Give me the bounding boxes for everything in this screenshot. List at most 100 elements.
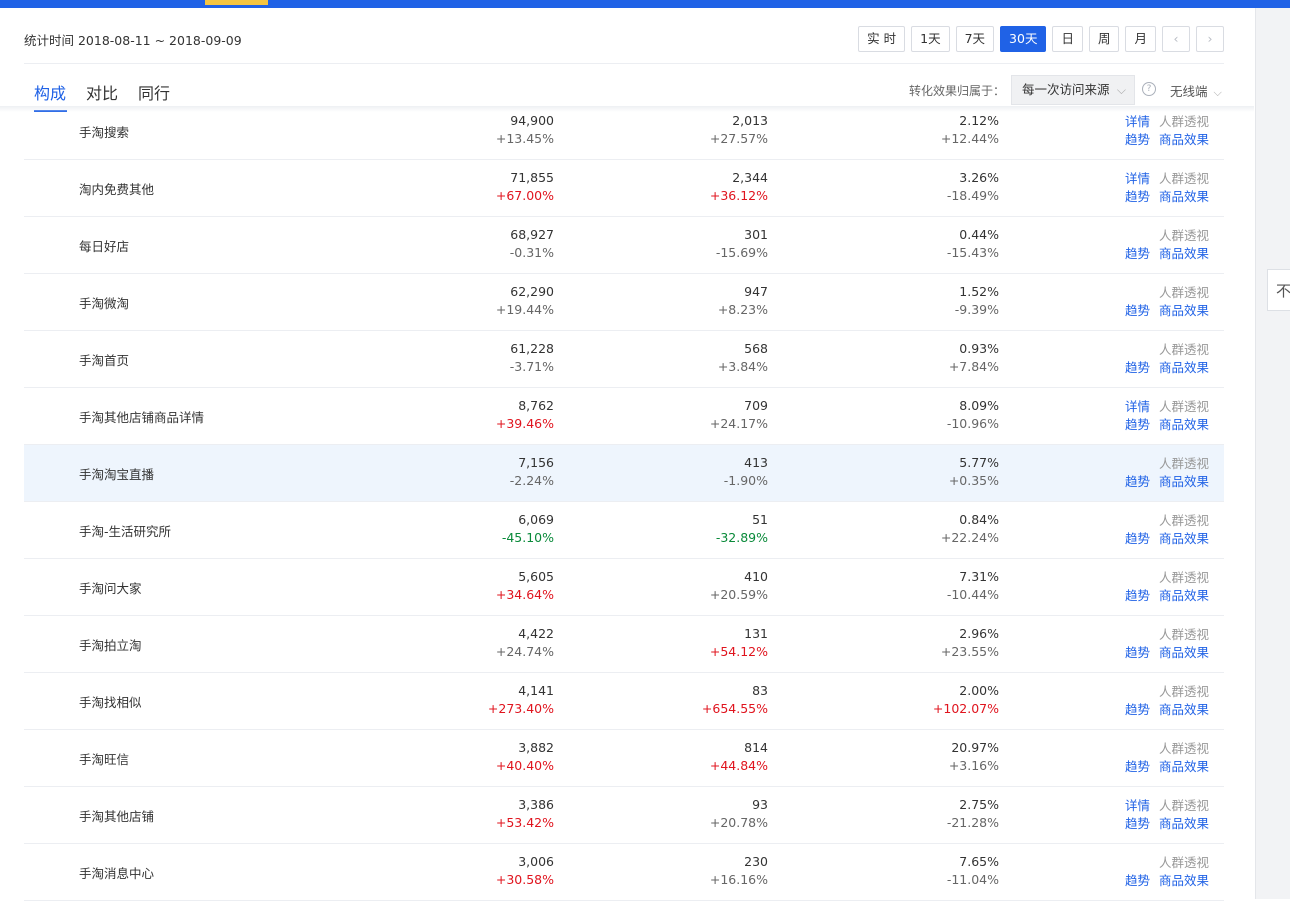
period-30day-button[interactable]: 30天 (1000, 26, 1047, 52)
metric-change: -1.90% (723, 473, 768, 488)
crowd-perspective-link[interactable]: 人群透视 (1159, 852, 1209, 871)
product-effect-link[interactable]: 商品效果 (1159, 528, 1209, 547)
device-select[interactable]: 无线端 ⌵ (1170, 81, 1222, 100)
active-indicator (205, 0, 268, 5)
metric-value: 2.96% (959, 626, 999, 641)
product-effect-link[interactable]: 商品效果 (1159, 300, 1209, 319)
trend-link[interactable]: 趋势 (1125, 756, 1150, 775)
metric-change: -15.69% (715, 245, 768, 260)
metric-change: +102.07% (932, 701, 999, 716)
trend-link[interactable]: 趋势 (1125, 357, 1150, 376)
metric-change: -10.44% (946, 587, 999, 602)
metric-cell-3: 7.31% -10.44% (799, 559, 999, 604)
product-effect-link[interactable]: 商品效果 (1159, 699, 1209, 718)
product-effect-link[interactable]: 商品效果 (1159, 642, 1209, 661)
crowd-perspective-link[interactable]: 人群透视 (1159, 168, 1209, 187)
crowd-perspective-link[interactable]: 人群透视 (1159, 624, 1209, 643)
crowd-perspective-link[interactable]: 人群透视 (1159, 396, 1209, 415)
metric-value: 71,855 (510, 170, 554, 185)
metric-cell-2: 410 +20.59% (568, 559, 768, 604)
source-table: 手淘搜索 94,900 +13.45% 2,013 +27.57% 2.12% … (24, 103, 1224, 901)
crowd-perspective-link[interactable]: 人群透视 (1159, 339, 1209, 358)
product-effect-link[interactable]: 商品效果 (1159, 357, 1209, 376)
trend-link[interactable]: 趋势 (1125, 528, 1150, 547)
metric-cell-3: 0.44% -15.43% (799, 217, 999, 262)
crowd-perspective-link[interactable]: 人群透视 (1159, 510, 1209, 529)
metric-change: +12.44% (940, 131, 999, 146)
period-month-button[interactable]: 月 (1125, 26, 1156, 52)
crowd-perspective-link[interactable]: 人群透视 (1159, 681, 1209, 700)
trend-link[interactable]: 趋势 (1125, 813, 1150, 832)
metric-change: +30.58% (495, 872, 554, 887)
trend-link[interactable]: 趋势 (1125, 300, 1150, 319)
trend-link[interactable]: 趋势 (1125, 243, 1150, 262)
metric-value: 3,882 (518, 740, 554, 755)
tab-peers[interactable]: 同行 (138, 80, 170, 104)
help-icon[interactable]: ? (1142, 82, 1156, 96)
metric-change: +39.46% (495, 416, 554, 431)
metric-cell-1: 62,290 +19.44% (354, 274, 554, 319)
trend-link[interactable]: 趋势 (1125, 699, 1150, 718)
tabs-shadow (0, 106, 1254, 112)
next-period-button[interactable]: › (1196, 26, 1224, 52)
period-day-button[interactable]: 日 (1052, 26, 1083, 52)
period-7day-button[interactable]: 7天 (955, 26, 995, 52)
trend-link[interactable]: 趋势 (1125, 129, 1150, 148)
product-effect-link[interactable]: 商品效果 (1159, 186, 1209, 205)
crowd-perspective-link[interactable]: 人群透视 (1159, 453, 1209, 472)
trend-link[interactable]: 趋势 (1125, 870, 1150, 889)
attribution-source-select[interactable]: 每一次访问来源 ⌵ (1011, 75, 1135, 105)
source-name: 手淘微淘 (79, 296, 130, 311)
product-effect-link[interactable]: 商品效果 (1159, 129, 1209, 148)
metric-change: +67.00% (495, 188, 554, 203)
metric-value: 68,927 (510, 227, 554, 242)
crowd-perspective-link[interactable]: 人群透视 (1159, 111, 1209, 130)
metric-value: 568 (744, 341, 768, 356)
crowd-perspective-link[interactable]: 人群透视 (1159, 567, 1209, 586)
metric-change: +8.23% (717, 302, 768, 317)
metric-change: +22.24% (940, 530, 999, 545)
detail-link[interactable]: 详情 (1125, 111, 1150, 130)
metric-change: -2.24% (509, 473, 554, 488)
metric-value: 51 (752, 512, 768, 527)
metric-value: 8.09% (959, 398, 999, 413)
metric-cell-3: 3.26% -18.49% (799, 160, 999, 205)
metric-cell-1: 3,882 +40.40% (354, 730, 554, 775)
period-realtime-button[interactable]: 实 时 (858, 26, 906, 52)
metric-cell-1: 3,006 +30.58% (354, 844, 554, 889)
table-row: 手淘-生活研究所 6,069 -45.10% 51 -32.89% 0.84% … (24, 502, 1224, 559)
trend-link[interactable]: 趋势 (1125, 186, 1150, 205)
product-effect-link[interactable]: 商品效果 (1159, 756, 1209, 775)
table-row: 手淘找相似 4,141 +273.40% 83 +654.55% 2.00% +… (24, 673, 1224, 730)
crowd-perspective-link[interactable]: 人群透视 (1159, 282, 1209, 301)
crowd-perspective-link[interactable]: 人群透视 (1159, 738, 1209, 757)
product-effect-link[interactable]: 商品效果 (1159, 870, 1209, 889)
tab-compare[interactable]: 对比 (86, 80, 118, 104)
trend-link[interactable]: 趋势 (1125, 585, 1150, 604)
product-effect-link[interactable]: 商品效果 (1159, 471, 1209, 490)
metric-value: 5.77% (959, 455, 999, 470)
product-effect-link[interactable]: 商品效果 (1159, 243, 1209, 262)
trend-link[interactable]: 趋势 (1125, 414, 1150, 433)
metric-cell-3: 2.96% +23.55% (799, 616, 999, 661)
side-floating-tab[interactable]: 不 (1267, 269, 1290, 311)
trend-link[interactable]: 趋势 (1125, 471, 1150, 490)
crowd-perspective-link[interactable]: 人群透视 (1159, 795, 1209, 814)
metric-change: +273.40% (487, 701, 554, 716)
source-name: 手淘其他店铺 (79, 809, 155, 824)
product-effect-link[interactable]: 商品效果 (1159, 414, 1209, 433)
period-1day-button[interactable]: 1天 (911, 26, 950, 52)
metric-value: 7.65% (959, 854, 999, 869)
crowd-perspective-link[interactable]: 人群透视 (1159, 225, 1209, 244)
detail-link[interactable]: 详情 (1125, 168, 1150, 187)
detail-link[interactable]: 详情 (1125, 396, 1150, 415)
tab-composition[interactable]: 构成 (34, 80, 66, 104)
prev-period-button[interactable]: ‹ (1162, 26, 1190, 52)
trend-link[interactable]: 趋势 (1125, 642, 1150, 661)
product-effect-link[interactable]: 商品效果 (1159, 813, 1209, 832)
metric-value: 3.26% (959, 170, 999, 185)
product-effect-link[interactable]: 商品效果 (1159, 585, 1209, 604)
period-week-button[interactable]: 周 (1088, 26, 1120, 52)
source-name: 每日好店 (79, 239, 130, 254)
detail-link[interactable]: 详情 (1125, 795, 1150, 814)
